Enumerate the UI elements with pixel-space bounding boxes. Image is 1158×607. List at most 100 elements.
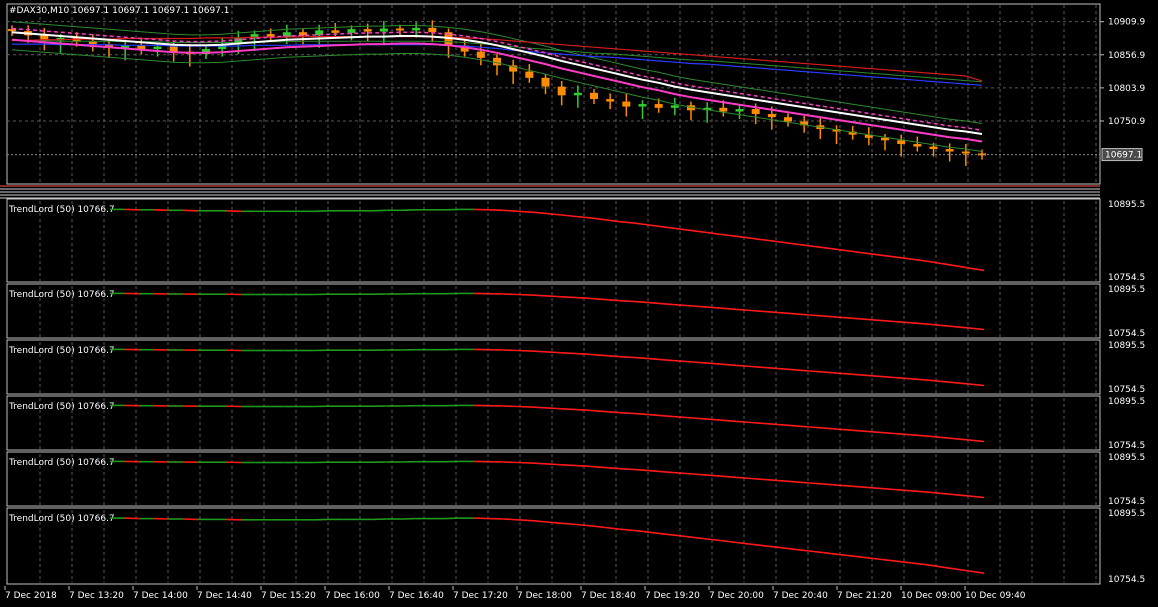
candle-bullish xyxy=(735,109,744,112)
indicator-segment xyxy=(619,467,635,471)
indicator-segment xyxy=(313,210,329,213)
indicator-segment xyxy=(852,429,868,433)
indicator-segment xyxy=(517,519,533,522)
indicator-segment xyxy=(182,209,198,212)
indicator-label: TrendLord (50) 10766.7 xyxy=(8,458,115,468)
indicator-segment xyxy=(896,376,912,380)
indicator-segment xyxy=(809,314,824,317)
indicator-segment xyxy=(809,482,824,485)
indicator-axis-bottom: 10754.5 xyxy=(1108,497,1145,507)
indicator-segment xyxy=(561,296,577,299)
indicator-segment xyxy=(881,487,897,491)
indicator-segment xyxy=(911,490,926,493)
candle-bearish xyxy=(88,41,97,45)
indicator-segment xyxy=(503,293,518,296)
candle-bearish xyxy=(784,117,792,122)
time-tick-label: 7 Dec 14:40 xyxy=(197,591,252,601)
indicator-segment xyxy=(780,367,795,371)
indicator-segment xyxy=(634,412,650,416)
indicator-segment xyxy=(678,304,693,307)
indicator-segment xyxy=(911,378,926,381)
indicator-segment xyxy=(852,317,868,321)
indicator-segment xyxy=(707,474,722,477)
indicator-segment xyxy=(561,408,577,411)
time-tick-label: 7 Dec 17:20 xyxy=(453,591,508,601)
indicator-segment xyxy=(561,464,577,467)
indicator-segment xyxy=(750,421,766,425)
indicator-segment xyxy=(444,517,460,520)
indicator-segment xyxy=(663,415,679,418)
indicator-segment xyxy=(561,352,577,355)
indicator-segment xyxy=(634,468,650,472)
indicator-segment xyxy=(896,432,912,436)
indicator-label: TrendLord (50) 10766.7 xyxy=(8,205,115,215)
candle-bearish xyxy=(331,30,340,33)
indicator-segment xyxy=(765,478,781,482)
chart-canvas[interactable]: TrendLord (50) 10766.7 TrendLord (50) 107… xyxy=(0,0,1158,607)
indicator-axis-bottom: 10754.5 xyxy=(1108,441,1145,451)
indicator-segment xyxy=(503,405,518,408)
indicator-segment xyxy=(517,293,533,296)
indicator-segment xyxy=(707,306,722,309)
candle-bearish xyxy=(428,27,437,33)
indicator-segment xyxy=(809,370,824,373)
indicator-segment xyxy=(605,466,620,470)
candle-bearish xyxy=(897,140,906,145)
indicator-segment xyxy=(619,355,635,359)
symbol-header: #DAX30,M10 10697.1 10697.1 10697.1 10697… xyxy=(9,6,229,16)
price-tick-label: 10803.9 xyxy=(1108,84,1145,94)
candle-bullish xyxy=(412,27,421,31)
candle-bearish xyxy=(363,29,372,32)
indicator-segment xyxy=(546,295,562,298)
indicator-label: TrendLord (50) 10766.7 xyxy=(8,402,115,412)
indicator-segment xyxy=(736,476,751,480)
indicator-segment xyxy=(605,298,620,302)
indicator-segment xyxy=(503,518,518,521)
indicator-segment xyxy=(619,411,635,415)
indicator-segment xyxy=(736,364,751,368)
indicator-segment xyxy=(838,484,853,488)
indicator-segment xyxy=(750,365,766,369)
time-tick-label: 10 Dec 09:00 xyxy=(901,591,962,601)
indicator-axis-top: 10895.5 xyxy=(1108,397,1145,407)
indicator-segment xyxy=(634,356,650,360)
time-tick-label: 7 Dec 16:00 xyxy=(325,591,380,601)
indicator-label: TrendLord (50) 10766.7 xyxy=(8,514,115,524)
candle-bullish xyxy=(638,104,647,107)
time-tick-label: 7 Dec 13:20 xyxy=(69,591,124,601)
indicator-segment xyxy=(153,209,169,212)
candle-bearish xyxy=(929,146,938,150)
candle-bearish xyxy=(541,77,550,87)
indicator-axis-bottom: 10754.5 xyxy=(1108,575,1145,585)
indicator-segment xyxy=(852,485,868,489)
indicator-segment xyxy=(780,479,795,483)
candle-bullish xyxy=(670,105,679,108)
time-tick-label: 7 Dec 18:00 xyxy=(517,591,572,601)
indicator-segment xyxy=(692,305,708,308)
candle-bearish xyxy=(476,51,485,58)
candle-bearish xyxy=(945,149,954,152)
indicator-segment xyxy=(823,315,839,318)
indicator-segment xyxy=(517,405,533,408)
indicator-segment xyxy=(707,418,722,421)
time-tick-label: 7 Dec 21:20 xyxy=(837,591,892,601)
time-tick-label: 7 Dec 15:20 xyxy=(261,591,316,601)
indicator-axis-bottom: 10754.5 xyxy=(1108,273,1145,283)
indicator-segment xyxy=(692,473,708,476)
indicator-segment xyxy=(852,373,868,377)
indicator-segment xyxy=(517,210,533,213)
chart-background xyxy=(0,0,1158,607)
candle-bearish xyxy=(751,109,760,115)
bid-label: 10697.1 xyxy=(1105,151,1142,161)
indicator-axis-top: 10895.5 xyxy=(1108,509,1145,519)
indicator-segment xyxy=(881,431,897,435)
indicator-segment xyxy=(750,477,766,481)
candle-bearish xyxy=(590,92,598,100)
indicator-segment xyxy=(605,410,620,414)
indicator-segment xyxy=(532,294,548,297)
indicator-segment xyxy=(678,360,693,363)
candle-bearish xyxy=(493,57,501,66)
chart-window[interactable]: TrendLord (50) 10766.7 TrendLord (50) 107… xyxy=(0,0,1158,607)
time-tick-label: 7 Dec 20:00 xyxy=(709,591,764,601)
indicator-segment xyxy=(532,462,548,465)
